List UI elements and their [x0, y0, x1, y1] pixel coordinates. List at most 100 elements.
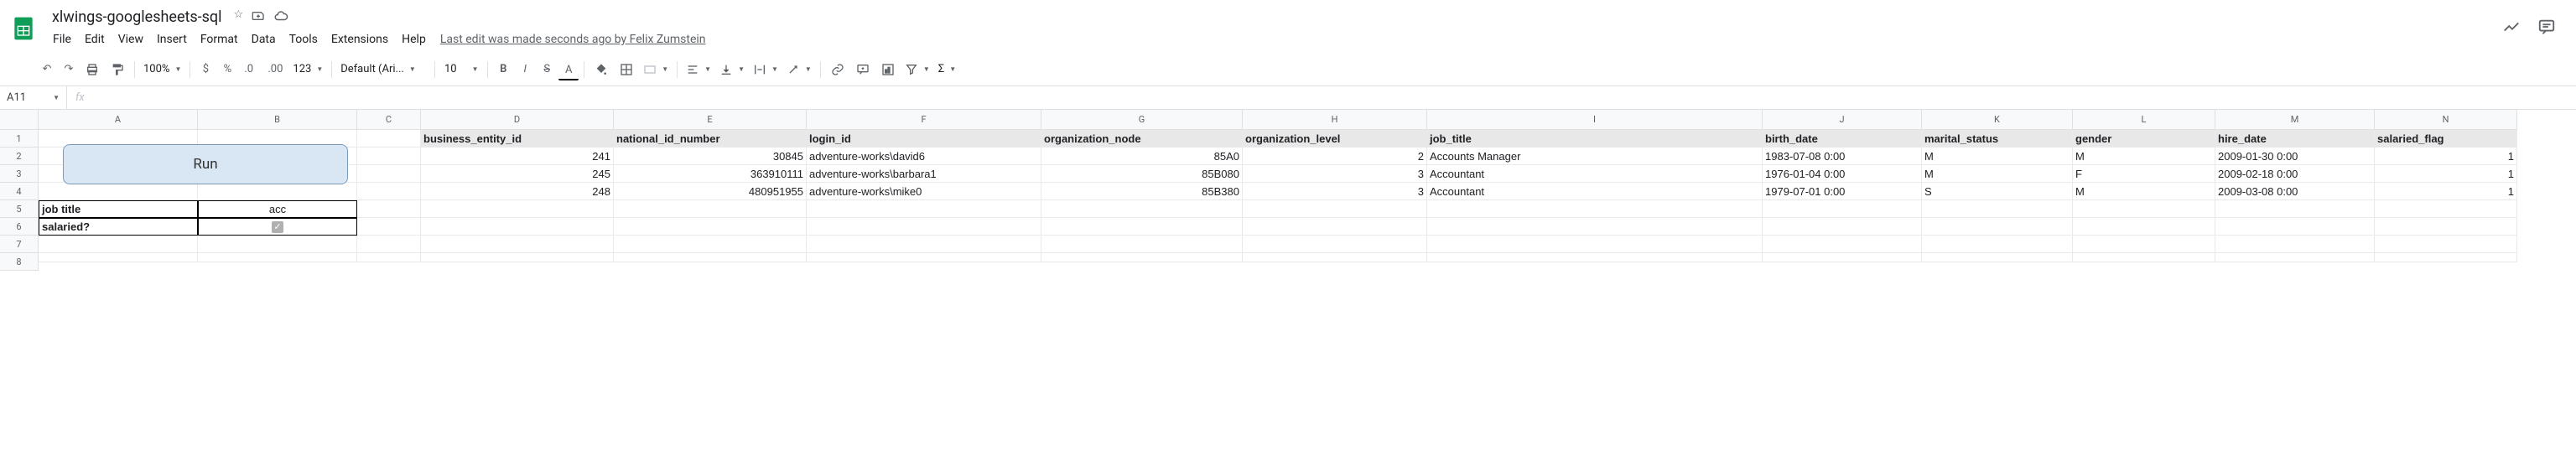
cell[interactable]: Accountant	[1427, 183, 1763, 200]
cell[interactable]	[1041, 218, 1243, 236]
cell[interactable]	[1763, 200, 1922, 218]
cell[interactable]	[1922, 200, 2073, 218]
print-icon[interactable]	[80, 59, 104, 80]
cell[interactable]	[421, 253, 614, 262]
row-header[interactable]: 1	[0, 130, 39, 148]
cell[interactable]	[2215, 218, 2375, 236]
redo-icon[interactable]: ↷	[59, 59, 79, 80]
cell[interactable]: national_id_number	[614, 130, 807, 148]
row-header[interactable]: 7	[0, 236, 39, 253]
row-header[interactable]: 3	[0, 165, 39, 183]
menu-help[interactable]: Help	[396, 29, 432, 49]
cell[interactable]	[1763, 236, 1922, 253]
comments-icon[interactable]	[2537, 18, 2556, 39]
cell[interactable]	[614, 200, 807, 218]
col-header[interactable]: C	[357, 110, 421, 130]
cell[interactable]: 248	[421, 183, 614, 200]
col-header[interactable]: E	[614, 110, 807, 130]
cell[interactable]	[1922, 218, 2073, 236]
cell[interactable]: 85A0	[1041, 148, 1243, 165]
rotate-combo[interactable]: ▼	[783, 61, 815, 78]
currency-icon[interactable]: $	[195, 59, 216, 80]
functions-combo[interactable]: Σ▼	[935, 61, 959, 77]
cell[interactable]	[1427, 200, 1763, 218]
cell[interactable]	[1041, 253, 1243, 262]
cell[interactable]	[2375, 218, 2517, 236]
doc-title[interactable]: xlwings-googlesheets-sql	[47, 7, 227, 28]
cell[interactable]: 2009-03-08 0:00	[2215, 183, 2375, 200]
cell[interactable]: M	[2073, 183, 2215, 200]
font-combo[interactable]: Default (Ari...▼	[337, 61, 429, 77]
text-color-icon[interactable]: A	[558, 59, 579, 80]
cell[interactable]	[614, 253, 807, 262]
col-header[interactable]: D	[421, 110, 614, 130]
chart-icon[interactable]	[876, 59, 900, 80]
cell[interactable]: hire_date	[2215, 130, 2375, 148]
row-header[interactable]: 6	[0, 218, 39, 236]
cell[interactable]: gender	[2073, 130, 2215, 148]
cell[interactable]: 30845	[614, 148, 807, 165]
menu-extensions[interactable]: Extensions	[325, 29, 394, 49]
cell-salaried-checkbox[interactable]: ✓	[198, 218, 357, 236]
cell[interactable]: Accounts Manager	[1427, 148, 1763, 165]
cell[interactable]	[1041, 200, 1243, 218]
cell[interactable]	[39, 183, 198, 200]
sheets-logo[interactable]	[7, 12, 40, 45]
cell[interactable]	[2375, 253, 2517, 262]
cell[interactable]	[421, 200, 614, 218]
col-header[interactable]: K	[1922, 110, 2073, 130]
cell[interactable]	[357, 183, 421, 200]
cell[interactable]: salaried_flag	[2375, 130, 2517, 148]
col-header[interactable]: F	[807, 110, 1041, 130]
menu-file[interactable]: File	[47, 29, 77, 49]
cell[interactable]: business_entity_id	[421, 130, 614, 148]
cell[interactable]: birth_date	[1763, 130, 1922, 148]
undo-icon[interactable]: ↶	[37, 59, 57, 80]
cell[interactable]	[1041, 236, 1243, 253]
cell[interactable]	[357, 236, 421, 253]
strikethrough-icon[interactable]: S	[537, 59, 557, 80]
cell[interactable]: 1	[2375, 165, 2517, 183]
cell[interactable]	[421, 236, 614, 253]
cell[interactable]: M	[1922, 148, 2073, 165]
zoom-combo[interactable]: 100%▼	[140, 61, 184, 77]
menu-edit[interactable]: Edit	[79, 29, 111, 49]
run-button[interactable]: Run	[63, 144, 348, 184]
select-all-corner[interactable]	[0, 110, 39, 130]
cell[interactable]	[1763, 218, 1922, 236]
cell[interactable]: Accountant	[1427, 165, 1763, 183]
cell[interactable]: 2009-01-30 0:00	[2215, 148, 2375, 165]
comment-icon[interactable]	[851, 59, 875, 80]
cell[interactable]	[2375, 200, 2517, 218]
menu-view[interactable]: View	[112, 29, 149, 49]
cell[interactable]	[357, 148, 421, 165]
col-header[interactable]: B	[198, 110, 357, 130]
borders-icon[interactable]	[615, 59, 638, 80]
col-header[interactable]: M	[2215, 110, 2375, 130]
cell[interactable]: adventure-works\david6	[807, 148, 1041, 165]
last-edit-link[interactable]: Last edit was made seconds ago by Felix …	[440, 33, 706, 46]
cell[interactable]	[1243, 236, 1427, 253]
menu-tools[interactable]: Tools	[283, 29, 324, 49]
col-header[interactable]: L	[2073, 110, 2215, 130]
cell[interactable]: S	[1922, 183, 2073, 200]
cell[interactable]	[1427, 253, 1763, 262]
cell[interactable]: 1976-01-04 0:00	[1763, 165, 1922, 183]
wrap-combo[interactable]: ▼	[750, 61, 782, 78]
col-header[interactable]: N	[2375, 110, 2517, 130]
more-formats-combo[interactable]: 123▼	[289, 61, 326, 77]
cell[interactable]	[357, 218, 421, 236]
cell[interactable]: adventure-works\mike0	[807, 183, 1041, 200]
cell[interactable]: 1	[2375, 148, 2517, 165]
cell[interactable]: marital_status	[1922, 130, 2073, 148]
cell[interactable]	[1922, 236, 2073, 253]
cell[interactable]	[357, 200, 421, 218]
cell[interactable]: 1	[2375, 183, 2517, 200]
menu-insert[interactable]: Insert	[151, 29, 193, 49]
cell[interactable]: 3	[1243, 183, 1427, 200]
cell[interactable]	[198, 236, 357, 253]
font-size-combo[interactable]: 10▼	[440, 61, 482, 77]
cell[interactable]: job_title	[1427, 130, 1763, 148]
fill-color-icon[interactable]	[589, 59, 613, 80]
activity-icon[interactable]	[2502, 18, 2521, 39]
